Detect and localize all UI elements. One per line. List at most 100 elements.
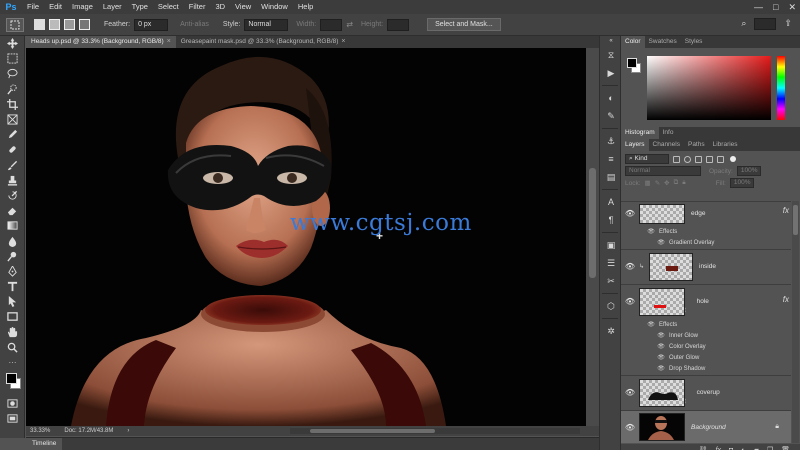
close-window-button[interactable]: ✕: [788, 2, 796, 13]
menu-help[interactable]: Help: [293, 0, 318, 14]
menu-type[interactable]: Type: [127, 0, 153, 14]
layer-inside[interactable]: 👁︎ ↳ inside: [621, 249, 791, 283]
history-icon[interactable]: ⧖: [600, 46, 622, 64]
history-brush-tool-icon[interactable]: [0, 188, 25, 203]
style-select[interactable]: Normal: [244, 18, 289, 31]
adjustment-filter-icon[interactable]: [684, 155, 691, 163]
new-selection-icon[interactable]: [34, 19, 45, 30]
brush-settings-icon[interactable]: ✎: [600, 107, 622, 125]
screen-mode-icon[interactable]: [0, 411, 25, 426]
tool-presets-icon[interactable]: ▤: [600, 168, 622, 186]
tab-info[interactable]: Info: [659, 127, 678, 139]
opacity-input[interactable]: 100%: [736, 166, 762, 176]
menu-edit[interactable]: Edit: [44, 0, 67, 14]
width-input[interactable]: [320, 18, 343, 31]
canvas-vertical-scrollbar[interactable]: [586, 48, 599, 426]
intersect-selection-icon[interactable]: [79, 19, 90, 30]
effect-gradient-overlay[interactable]: 👁︎ Gradient Overlay: [621, 237, 791, 248]
minimize-button[interactable]: —: [754, 2, 763, 12]
new-layer-icon[interactable]: ❐: [767, 446, 773, 450]
menu-image[interactable]: Image: [67, 0, 98, 14]
blur-tool-icon[interactable]: [0, 233, 25, 248]
height-input[interactable]: [387, 18, 410, 31]
effect-drop-shadow[interactable]: 👁︎ Drop Shadow: [621, 363, 791, 374]
antialias-checkbox[interactable]: Anti-alias: [180, 21, 209, 28]
paragraph-icon[interactable]: ¶: [600, 211, 622, 229]
visibility-eye-icon[interactable]: 👁︎: [621, 388, 639, 397]
feather-input[interactable]: 0 px: [134, 18, 169, 31]
pixel-filter-icon[interactable]: [673, 155, 680, 163]
lock-image-icon[interactable]: ✎: [655, 179, 660, 187]
layers-scroll-thumb[interactable]: [793, 205, 798, 235]
properties-sliders-icon[interactable]: ≡: [600, 150, 622, 168]
brush-tool-icon[interactable]: [0, 158, 25, 173]
menu-filter[interactable]: Filter: [184, 0, 211, 14]
marquee-tool-icon[interactable]: [0, 51, 25, 66]
menu-view[interactable]: View: [230, 0, 256, 14]
status-menu-arrow-icon[interactable]: ›: [127, 428, 129, 434]
shape-filter-icon[interactable]: [706, 155, 713, 163]
quick-mask-icon[interactable]: [0, 396, 25, 411]
new-group-icon[interactable]: ▰: [753, 446, 758, 450]
layer-hole[interactable]: 👁︎ ⛓︎ hole fx: [621, 284, 791, 318]
visibility-eye-icon[interactable]: 👁︎: [621, 423, 639, 432]
menu-select[interactable]: Select: [153, 0, 184, 14]
tab-swatches[interactable]: Swatches: [645, 36, 681, 48]
rectangle-tool-icon[interactable]: [0, 309, 25, 324]
doc-tab-heads-up[interactable]: Heads up.psd @ 33.3% (Background, RGB/8)…: [26, 36, 176, 48]
effect-visibility-eye-icon[interactable]: 👁︎: [647, 321, 655, 328]
add-style-icon[interactable]: fx: [716, 447, 721, 450]
zoom-level[interactable]: 33.33%: [30, 428, 50, 434]
close-icon[interactable]: ×: [167, 36, 171, 48]
swap-dimensions-icon[interactable]: ⇄: [346, 20, 353, 29]
effect-visibility-eye-icon[interactable]: 👁︎: [657, 343, 665, 350]
glyphs-icon[interactable]: ✲: [600, 322, 622, 340]
select-and-mask-button[interactable]: Select and Mask...: [427, 18, 501, 31]
kind-filter-select[interactable]: ⌕ Kind: [625, 154, 669, 164]
effect-visibility-eye-icon[interactable]: 👁︎: [657, 354, 665, 361]
add-selection-icon[interactable]: [49, 19, 60, 30]
tab-color[interactable]: Color: [621, 36, 645, 48]
tab-histogram[interactable]: Histogram: [621, 127, 659, 139]
effect-visibility-eye-icon[interactable]: 👁︎: [657, 332, 665, 339]
collapse-arrows-icon[interactable]: «: [600, 36, 622, 46]
visibility-eye-icon[interactable]: 👁︎: [621, 262, 639, 271]
lock-artboard-icon[interactable]: ⧉: [674, 179, 679, 187]
lock-position-icon[interactable]: ✥: [664, 179, 669, 187]
delete-layer-icon[interactable]: 🗑︎: [781, 446, 790, 450]
gradient-tool-icon[interactable]: [0, 218, 25, 233]
fx-icon[interactable]: fx: [783, 206, 789, 215]
actions-play-icon[interactable]: ▶: [600, 64, 622, 82]
effect-visibility-eye-icon[interactable]: 👁︎: [657, 365, 665, 372]
3d-cube-icon[interactable]: ⬡: [600, 297, 622, 315]
color-panel-foreground-swatch[interactable]: [627, 58, 637, 68]
tab-styles[interactable]: Styles: [681, 36, 707, 48]
crop-tool-icon[interactable]: [0, 97, 25, 112]
effect-inner-glow[interactable]: 👁︎ Inner Glow: [621, 330, 791, 341]
horizontal-scroll-thumb[interactable]: [310, 429, 435, 433]
new-adjustment-layer-icon[interactable]: ◐: [741, 447, 745, 450]
tab-channels[interactable]: Channels: [649, 139, 684, 151]
lock-all-icon[interactable]: 🔒︎: [682, 179, 685, 187]
pen-tool-icon[interactable]: [0, 264, 25, 279]
close-icon[interactable]: ×: [341, 36, 345, 48]
effect-outer-glow[interactable]: 👁︎ Outer Glow: [621, 352, 791, 363]
type-tool-icon[interactable]: [0, 279, 25, 294]
type-filter-icon[interactable]: [695, 155, 702, 163]
hue-slider[interactable]: [777, 56, 785, 120]
eraser-tool-icon[interactable]: [0, 203, 25, 218]
link-layers-icon[interactable]: ⛓︎: [699, 446, 708, 450]
effect-color-overlay[interactable]: 👁︎ Color Overlay: [621, 341, 791, 352]
lock-transparent-icon[interactable]: ▦: [645, 179, 651, 187]
foreground-color-swatch[interactable]: [6, 373, 17, 385]
lock-icon[interactable]: 🔒︎: [775, 423, 779, 431]
eyedropper-tool-icon[interactable]: [0, 127, 25, 142]
tab-timeline[interactable]: Timeline: [26, 438, 63, 450]
document-canvas[interactable]: +: [26, 48, 586, 426]
navigator-icon[interactable]: ▣: [600, 236, 622, 254]
notes-icon[interactable]: ☰: [600, 254, 622, 272]
blend-mode-select[interactable]: Normal: [625, 166, 701, 176]
tab-libraries[interactable]: Libraries: [709, 139, 742, 151]
layer-comps-icon[interactable]: ⚓: [600, 132, 622, 150]
visibility-eye-icon[interactable]: 👁︎: [621, 297, 639, 306]
